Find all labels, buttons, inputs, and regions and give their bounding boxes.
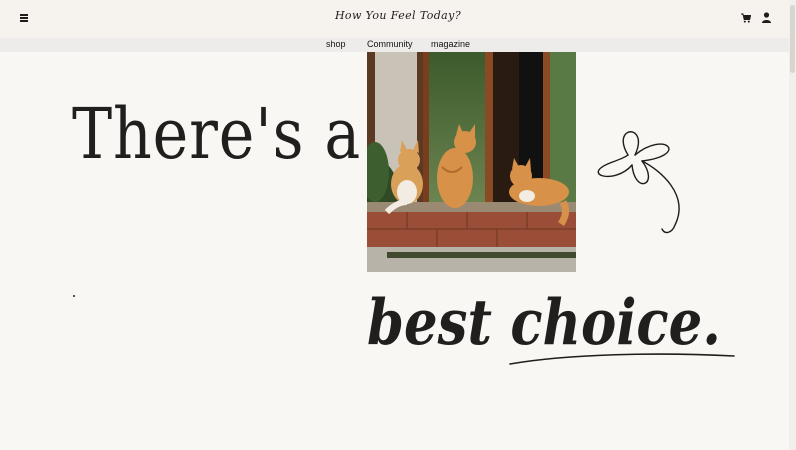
top-bar: How You Feel Today? xyxy=(0,0,796,38)
user-account-icon[interactable] xyxy=(762,12,771,23)
hero-headline-line2: best choice. xyxy=(367,285,721,359)
headline-underline xyxy=(509,353,735,365)
nav-link-shop[interactable]: shop xyxy=(326,39,346,49)
hero-cat-photo xyxy=(367,52,576,272)
scrollbar-thumb[interactable] xyxy=(790,5,795,73)
hero-headline-line1: There's a xyxy=(72,93,362,175)
shopping-cart-icon[interactable] xyxy=(741,13,751,23)
nav-link-magazine[interactable]: magazine xyxy=(431,39,470,49)
page-scrollbar[interactable] xyxy=(789,0,796,450)
brand-logo[interactable]: How You Feel Today? xyxy=(0,9,796,22)
stray-dot xyxy=(73,295,75,297)
flower-doodle-icon xyxy=(597,131,680,234)
main-nav: shop Community magazine xyxy=(0,38,796,52)
nav-link-community[interactable]: Community xyxy=(367,39,413,49)
